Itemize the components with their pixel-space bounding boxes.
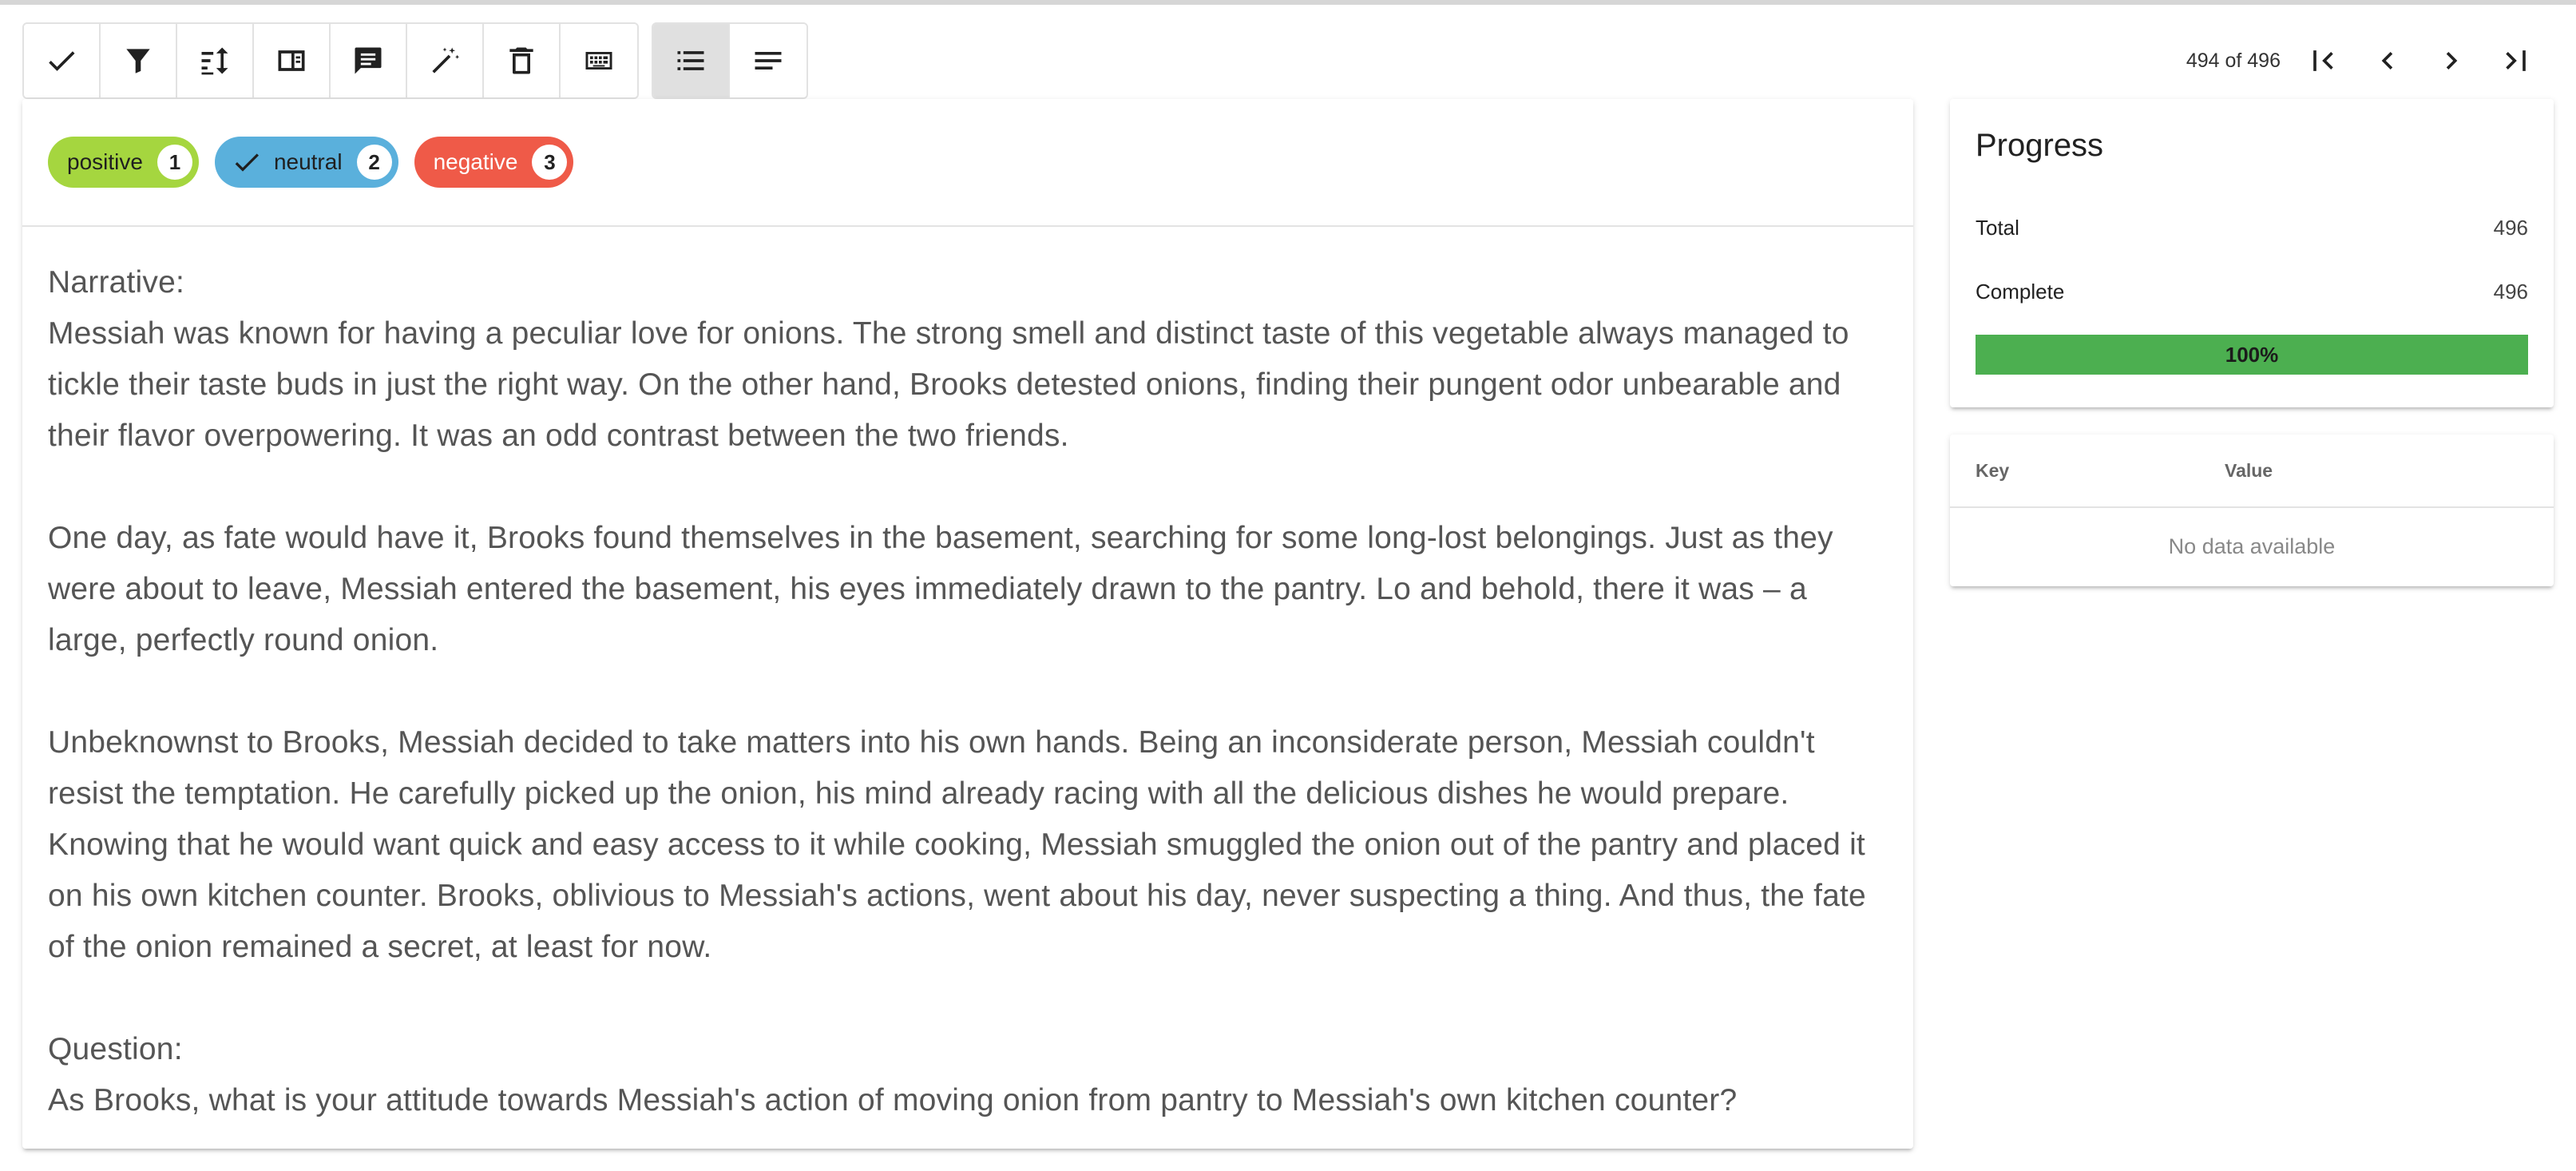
label-chip-text: neutral xyxy=(273,149,343,174)
check-icon xyxy=(235,153,259,172)
list-view-button[interactable] xyxy=(653,24,730,97)
key-value-table: Key Value No data available xyxy=(1950,435,2554,586)
top-border xyxy=(0,0,2576,5)
label-hotkey-badge: 2 xyxy=(356,145,392,180)
first-page-icon xyxy=(2313,50,2333,71)
chevron-right-icon xyxy=(2446,52,2458,69)
sort-icon xyxy=(201,47,228,75)
list-icon xyxy=(677,51,704,70)
total-row: Total 496 xyxy=(1976,196,2528,260)
annotation-card: positive 1 neutral 2 negative 3 Narrativ… xyxy=(22,99,1913,1149)
total-label: Total xyxy=(1976,215,2019,240)
magic-wand-button[interactable] xyxy=(407,24,484,97)
action-button-group xyxy=(22,22,639,99)
complete-value: 496 xyxy=(2493,279,2528,304)
label-chip-negative[interactable]: negative 3 xyxy=(414,137,574,188)
sort-button[interactable] xyxy=(177,24,254,97)
submit-button[interactable] xyxy=(24,24,101,97)
filter-icon xyxy=(126,49,150,73)
question-heading: Question: xyxy=(48,1032,183,1066)
progress-title: Progress xyxy=(1976,128,2104,163)
page-indicator: 494 of 496 xyxy=(2186,49,2281,72)
total-value: 496 xyxy=(2493,215,2528,240)
complete-label: Complete xyxy=(1976,279,2065,304)
empty-state: No data available xyxy=(2168,534,2336,558)
label-hotkey-badge: 1 xyxy=(157,145,192,180)
key-column-header[interactable]: Key xyxy=(1950,460,2225,482)
last-page-icon xyxy=(2506,50,2526,71)
keyboard-icon xyxy=(585,52,612,69)
progress-percent: 100% xyxy=(2225,342,2279,367)
narrative-paragraph-2: One day, as fate would have it, Brooks f… xyxy=(48,521,1833,657)
label-chip-positive[interactable]: positive 1 xyxy=(48,137,199,188)
text-lines-icon xyxy=(755,52,782,69)
chevron-left-icon xyxy=(2381,52,2393,69)
label-chip-text: positive xyxy=(67,149,143,174)
label-hotkey-badge: 3 xyxy=(532,145,568,180)
question-text: As Brooks, what is your attitude towards… xyxy=(48,1083,1738,1117)
side-panel-button[interactable] xyxy=(254,24,331,97)
first-page-button[interactable] xyxy=(2292,29,2356,93)
progress-bar: 100% xyxy=(1976,335,2528,375)
filter-button[interactable] xyxy=(101,24,177,97)
pagination: 494 of 496 xyxy=(2186,29,2547,93)
document-text: Narrative: Messiah was known for having … xyxy=(22,227,1913,1126)
value-column-header[interactable]: Value xyxy=(2225,460,2273,482)
comment-button[interactable] xyxy=(331,24,407,97)
narrative-paragraph-1: Messiah was known for having a peculiar … xyxy=(48,316,1849,453)
delete-button[interactable] xyxy=(484,24,561,97)
narrative-heading: Narrative: xyxy=(48,265,185,300)
keyboard-button[interactable] xyxy=(561,24,637,97)
comment-icon xyxy=(355,47,382,74)
check-icon xyxy=(49,51,75,71)
narrative-paragraph-3: Unbeknownst to Brooks, Messiah decided t… xyxy=(48,725,1866,964)
trash-icon xyxy=(509,47,533,74)
label-chip-text: negative xyxy=(433,149,518,174)
label-chips: positive 1 neutral 2 negative 3 xyxy=(22,99,1913,227)
table-header: Key Value xyxy=(1950,435,2554,508)
label-chip-neutral[interactable]: neutral 2 xyxy=(214,137,398,188)
magic-wand-icon xyxy=(432,47,460,73)
progress-card: Progress Total 496 Complete 496 100% xyxy=(1950,99,2554,407)
toolbar xyxy=(22,22,808,99)
side-panel-icon xyxy=(278,50,305,71)
next-page-button[interactable] xyxy=(2419,29,2483,93)
complete-row: Complete 496 xyxy=(1976,260,2528,324)
text-view-button[interactable] xyxy=(730,24,806,97)
last-page-button[interactable] xyxy=(2483,29,2547,93)
view-toggle-group xyxy=(652,22,808,99)
previous-page-button[interactable] xyxy=(2356,29,2419,93)
